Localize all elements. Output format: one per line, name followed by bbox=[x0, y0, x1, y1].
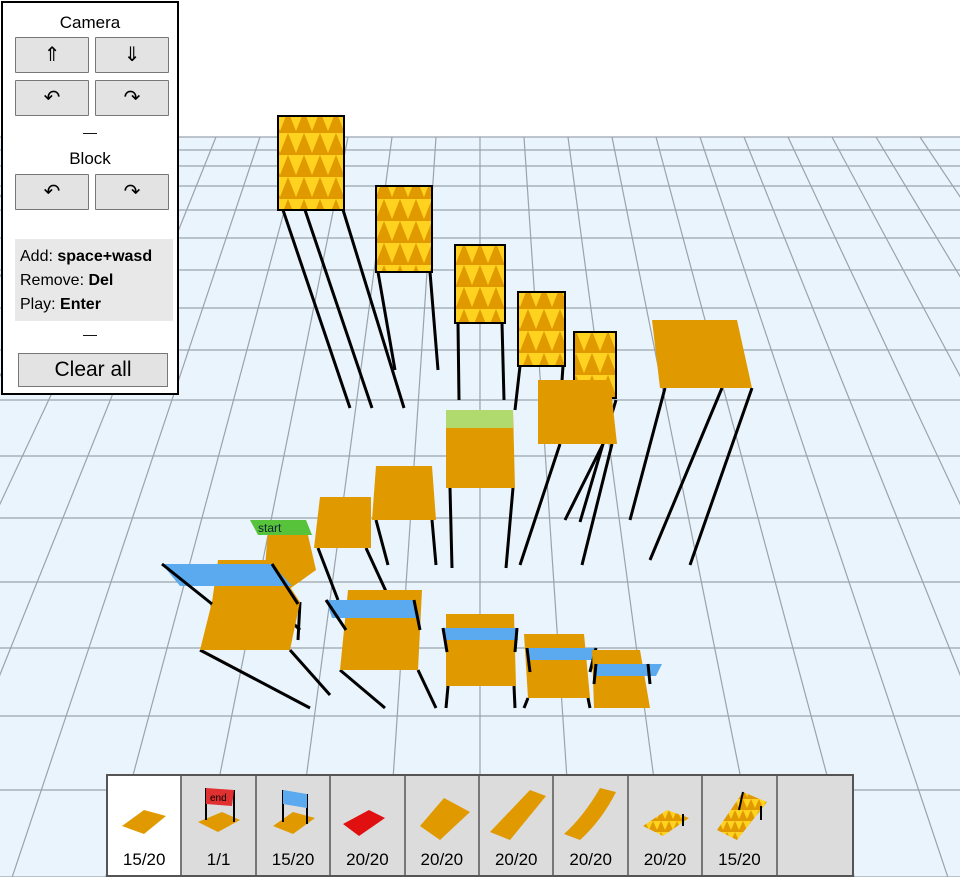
camera-rotate-right-button[interactable]: ↷ bbox=[95, 80, 169, 116]
red-block-icon bbox=[343, 810, 386, 836]
arrow-down-icon: ⇓ bbox=[123, 44, 141, 66]
tool-count: 20/20 bbox=[643, 850, 687, 869]
selection-highlight bbox=[446, 410, 513, 428]
rotate-left-icon: ↶ bbox=[43, 87, 61, 109]
rotate-right-icon: ↷ bbox=[123, 181, 141, 203]
help-add: Add: space+wasd bbox=[20, 248, 153, 265]
tool-spike-block[interactable]: 20/20 bbox=[628, 776, 704, 875]
tool-curved-ramp[interactable]: 20/20 bbox=[554, 776, 629, 875]
rotate-right-icon: ↷ bbox=[123, 87, 141, 109]
tool-jump-pad[interactable]: 15/20 bbox=[256, 776, 332, 875]
arrow-up-icon: ⇑ bbox=[43, 44, 61, 66]
svg-text:end: end bbox=[210, 793, 227, 804]
tool-slope-block[interactable]: 20/20 bbox=[405, 776, 481, 875]
steep-slope-icon bbox=[490, 790, 547, 840]
curved-ramp-icon bbox=[564, 788, 617, 840]
tool-flat-block[interactable]: 15/20 bbox=[108, 776, 183, 875]
camera-rotate-left-button[interactable]: ↶ bbox=[15, 80, 89, 116]
tool-count: 20/20 bbox=[569, 850, 612, 869]
camera-down-button[interactable]: ⇓ bbox=[95, 37, 169, 73]
block-title: Block bbox=[69, 149, 111, 168]
separator: — bbox=[83, 326, 97, 342]
help-play: Play: Enter bbox=[20, 296, 101, 313]
tool-spike-wall[interactable]: 15/20 bbox=[703, 776, 778, 875]
tool-count: 20/20 bbox=[346, 850, 389, 869]
start-label: start bbox=[258, 521, 282, 535]
block-rotate-right-button[interactable]: ↷ bbox=[95, 174, 169, 210]
tool-count: 20/20 bbox=[420, 850, 464, 869]
camera-title: Camera bbox=[59, 13, 121, 32]
tool-count: 15/20 bbox=[271, 850, 315, 869]
flat-block-icon bbox=[122, 810, 166, 834]
tool-steep-slope[interactable]: 20/20 bbox=[480, 776, 555, 875]
tool-end-flag[interactable]: end 1/1 bbox=[182, 776, 257, 875]
slope-block-icon bbox=[419, 798, 470, 840]
rotate-left-icon: ↶ bbox=[43, 181, 61, 203]
tool-red-block[interactable]: 20/20 bbox=[331, 776, 406, 875]
spike-wall-icon bbox=[717, 791, 768, 840]
block-rotate-left-button[interactable]: ↶ bbox=[15, 174, 89, 210]
tool-count: 1/1 bbox=[206, 850, 231, 869]
control-panel: Camera ⇑ ⇓ ↶ ↷ — Block ↶ ↷ Add: space+wa… bbox=[1, 1, 179, 395]
tool-count: 20/20 bbox=[494, 850, 538, 869]
tool-count: 15/20 bbox=[718, 850, 761, 869]
jump-pad-icon bbox=[272, 790, 315, 834]
separator: — bbox=[83, 124, 97, 140]
tool-empty-slot[interactable] bbox=[777, 776, 853, 875]
camera-up-button[interactable]: ⇑ bbox=[15, 37, 89, 73]
end-flag-icon: end bbox=[198, 788, 241, 832]
spike-block-icon bbox=[642, 810, 689, 836]
block-toolbar: 15/20 end 1/1 15/20 20/20 20/20 20/20 20… bbox=[106, 774, 854, 877]
tool-count: 15/20 bbox=[122, 850, 166, 869]
help-remove: Remove: Del bbox=[20, 272, 114, 289]
clear-all-button[interactable]: Clear all bbox=[18, 353, 168, 387]
keyboard-help: Add: space+wasd Remove: Del Play: Enter bbox=[15, 239, 173, 321]
